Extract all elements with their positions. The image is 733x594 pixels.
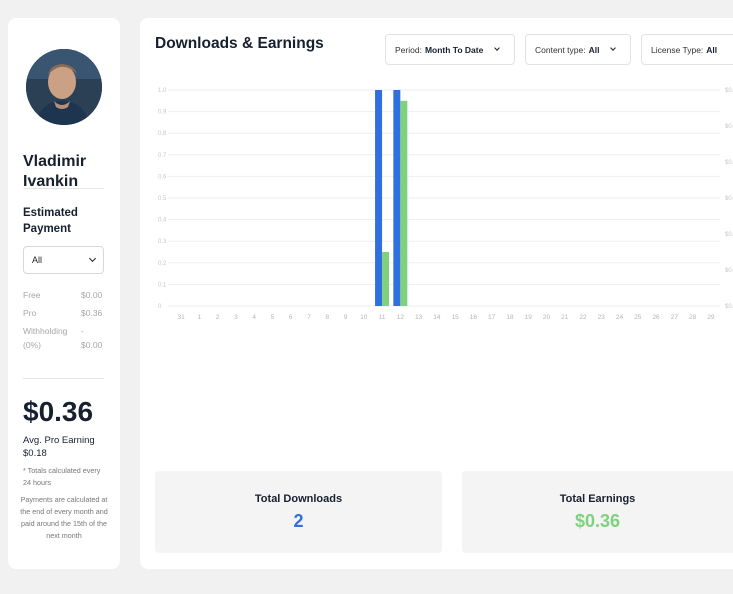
payment-row-label: Withholding (0%): [23, 326, 68, 350]
payments-note: Payments are calculated at the end of ev…: [20, 495, 108, 540]
avg-earning-label: Avg. Pro Earning: [23, 435, 95, 446]
total-downloads-card: Total Downloads 2: [155, 471, 442, 553]
payment-row-label: Free: [23, 290, 41, 300]
chart-bar: [393, 90, 401, 306]
x-tick-label: 29: [707, 314, 715, 321]
total-earnings-label: Total Earnings: [559, 493, 636, 505]
x-tick-label: 27: [671, 314, 679, 321]
x-tick-label: 6: [289, 314, 293, 321]
y-right-tick-label: $0.: [725, 160, 733, 166]
y-right-tick-label: $0.: [725, 304, 733, 310]
payment-row-value: - $0.00: [81, 326, 103, 350]
y-tick-label: 0.6: [158, 174, 167, 180]
downloads-earnings-chart: 0 0.1 0.2 0.3 0.4 0.5 0.6 0.7 0.8 0.9 1.0 $0. $0. $0.…: [158, 88, 733, 321]
x-tick-label: 21: [561, 314, 569, 321]
avg-earning-value: $0.18: [23, 448, 47, 459]
y-right-tick-label: $0.: [725, 232, 733, 238]
payment-row-value: $0.36: [81, 308, 103, 318]
y-tick-label: 0.2: [158, 261, 167, 267]
x-tick-label: 22: [579, 314, 587, 321]
y-right-tick-label: $0.: [725, 88, 733, 94]
x-tick-label: 13: [415, 314, 423, 321]
x-tick-label: 12: [397, 314, 405, 321]
x-tick-label: 23: [598, 314, 606, 321]
x-tick-label: 26: [652, 314, 660, 321]
x-tick-label: 19: [525, 314, 533, 321]
x-tick-label: 17: [488, 314, 496, 321]
payment-filter-select[interactable]: All: [23, 246, 104, 274]
payment-row-value: $0.00: [81, 290, 103, 300]
x-tick-label: 28: [689, 314, 697, 321]
divider: [23, 188, 104, 189]
avatar: [26, 49, 102, 125]
y-tick-label: 1.0: [158, 88, 167, 94]
divider: [23, 378, 104, 379]
payment-filter-value: All: [32, 255, 43, 265]
x-tick-label: 31: [178, 314, 186, 321]
x-tick-label: 25: [634, 314, 642, 321]
x-tick-label: 1: [198, 314, 202, 321]
downloads-earnings-panel: Downloads & Earnings Period: Month To Da…: [140, 18, 733, 569]
chart-bar: [375, 90, 383, 306]
profile-sidebar: Vladimir Ivankin Estimated Payment All F…: [8, 18, 120, 569]
y-tick-label: 0.1: [158, 282, 167, 288]
y-tick-label: 0.4: [158, 218, 167, 224]
avatar-image: [26, 49, 102, 125]
x-tick-label: 16: [470, 314, 478, 321]
x-tick-label: 5: [271, 314, 275, 321]
x-tick-label: 10: [360, 314, 368, 321]
x-tick-label: 3: [234, 314, 238, 321]
x-tick-label: 2: [216, 314, 220, 321]
x-tick-label: 14: [433, 314, 441, 321]
y-tick-label: 0.3: [158, 239, 167, 245]
total-downloads-value: 2: [293, 511, 304, 531]
chevron-down-icon: [88, 254, 97, 263]
x-tick-label: 24: [616, 314, 624, 321]
chart-bar: [382, 252, 390, 306]
x-tick-label: 7: [307, 314, 311, 321]
chart-bar: [400, 100, 408, 306]
total-earnings-value: $0.36: [574, 511, 621, 531]
user-name: Vladimir Ivankin: [23, 153, 87, 190]
estimated-total: $0.36: [23, 396, 94, 427]
y-tick-label: 0.8: [158, 131, 167, 137]
y-tick-label: 0.7: [158, 153, 167, 159]
totals-note: * Totals calculated every 24 hours: [23, 466, 101, 487]
y-tick-label: 0.5: [158, 196, 167, 202]
x-tick-label: 11: [379, 314, 386, 321]
estimated-payment-title: Estimated Payment: [23, 207, 78, 235]
y-right-tick-label: $0.: [725, 196, 733, 202]
total-earnings-card: Total Earnings $0.36: [462, 471, 733, 553]
x-tick-label: 9: [344, 314, 348, 321]
payment-row-label: Pro: [23, 308, 37, 318]
y-right-tick-label: $0.: [725, 124, 733, 130]
y-tick-label: 0.9: [158, 110, 167, 116]
x-tick-label: 4: [252, 314, 256, 321]
total-downloads-label: Total Downloads: [254, 493, 343, 505]
y-right-tick-label: $0.: [725, 268, 733, 274]
x-tick-label: 18: [506, 314, 514, 321]
y-tick-label: 0: [158, 304, 162, 310]
x-tick-label: 20: [543, 314, 551, 321]
x-tick-label: 15: [452, 314, 460, 321]
x-tick-label: 8: [325, 314, 329, 321]
